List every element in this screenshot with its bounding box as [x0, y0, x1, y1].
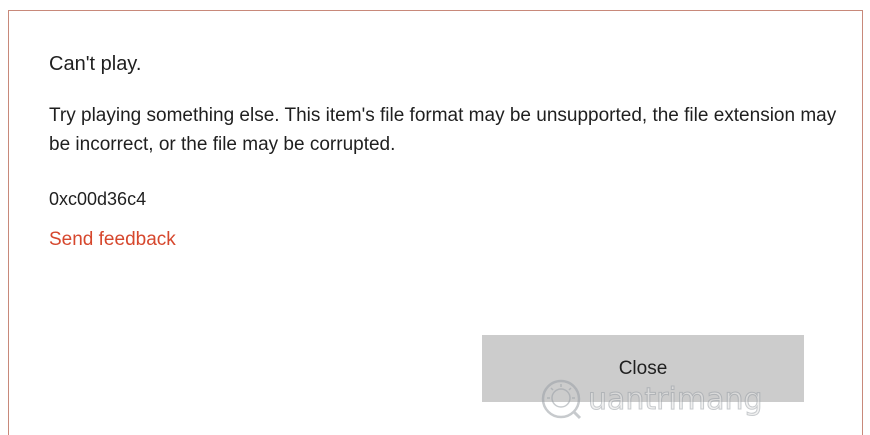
dialog-title: Can't play.: [49, 53, 142, 75]
error-dialog: Can't play. Try playing something else. …: [8, 10, 863, 435]
error-message: Try playing something else. This item's …: [49, 105, 837, 155]
send-feedback-link[interactable]: Send feedback: [49, 229, 176, 251]
error-code: 0xc00d36c4: [49, 189, 147, 209]
close-button[interactable]: Close: [482, 335, 804, 402]
